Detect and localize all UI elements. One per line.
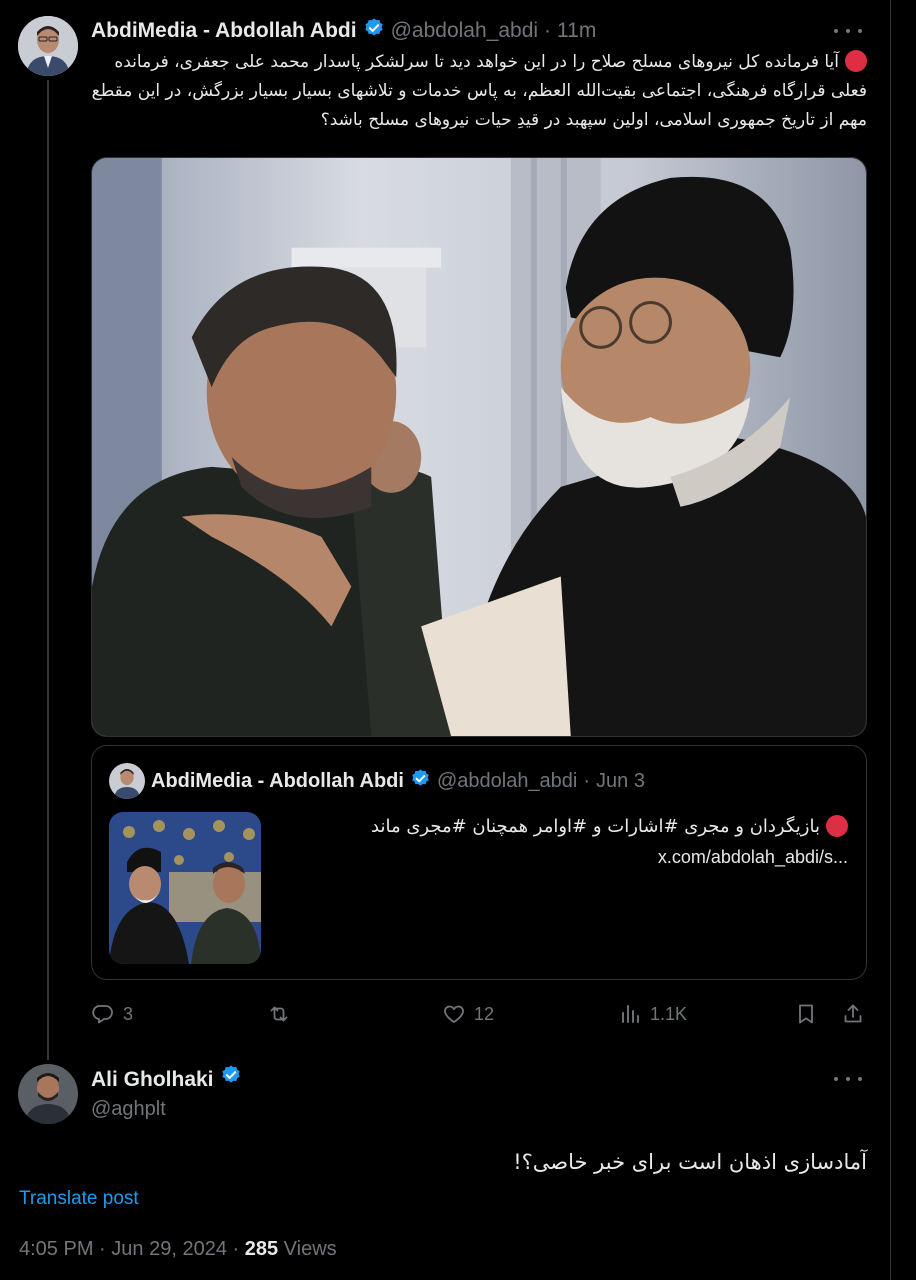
- bookmark-button[interactable]: [794, 996, 818, 1032]
- dot-separator: ·: [99, 1238, 106, 1260]
- post-thread: AbdiMedia - Abdollah Abdi @abdolah_abdi …: [0, 0, 916, 1280]
- author-handle[interactable]: @abdolah_abdi: [391, 19, 538, 43]
- reply-date[interactable]: Jun 29, 2024: [111, 1238, 227, 1260]
- red-circle-icon: [845, 50, 867, 72]
- share-button[interactable]: [841, 996, 865, 1032]
- dot-separator: ·: [583, 769, 591, 792]
- quoted-author-avatar: [109, 763, 145, 799]
- quoted-post-body: بازیگردان و مجری #اشارات و #اوامر همچنان…: [282, 812, 848, 872]
- reply-more-icon[interactable]: [834, 1074, 862, 1084]
- reply-count: 3: [123, 1003, 134, 1024]
- reply-icon: [92, 1005, 113, 1024]
- dot-separator: ·: [544, 19, 552, 42]
- repost-icon: [270, 1006, 288, 1022]
- timeline-border: [890, 0, 891, 1280]
- translate-post-link[interactable]: Translate post: [19, 1184, 139, 1214]
- reply-author-avatar[interactable]: [18, 1064, 78, 1124]
- repost-button[interactable]: [267, 996, 299, 1032]
- dot-separator: ·: [232, 1238, 240, 1260]
- verified-badge-icon: [410, 768, 431, 795]
- post-action-bar: 3 12 1.1K: [91, 996, 867, 1032]
- reply-author-name[interactable]: Ali Gholhaki: [91, 1065, 214, 1095]
- verified-badge-icon: [363, 17, 385, 45]
- quoted-post-link[interactable]: x.com/abdolah_abdi/s...: [282, 842, 848, 872]
- author-avatar[interactable]: [18, 16, 78, 76]
- post-header: AbdiMedia - Abdollah Abdi @abdolah_abdi …: [91, 16, 596, 46]
- reply-time[interactable]: 4:05 PM: [19, 1238, 93, 1260]
- reply-views-count: 285: [244, 1238, 279, 1260]
- like-button[interactable]: 12: [442, 996, 494, 1032]
- post-time[interactable]: 11m: [557, 19, 596, 43]
- reply-button[interactable]: 3: [91, 996, 133, 1032]
- quoted-post-header: AbdiMedia - Abdollah Abdi @abdolah_abdi …: [151, 763, 645, 799]
- reply-author-handle[interactable]: @aghplt: [91, 1094, 166, 1124]
- post-body: آیا فرمانده کل نیروهای مسلح صلاح را در ا…: [91, 48, 867, 135]
- reply-header: Ali Gholhaki: [91, 1064, 242, 1095]
- quoted-author-handle: @abdolah_abdi: [436, 769, 578, 792]
- bookmark-icon: [799, 1004, 813, 1024]
- share-icon: [844, 1004, 862, 1023]
- thread-connector-line: [47, 80, 49, 1060]
- quoted-post-date: Jun 3: [596, 769, 645, 792]
- verified-badge-icon: [220, 1064, 242, 1095]
- like-icon: [444, 1005, 464, 1023]
- reply-text: آمادسازی اذهان است برای خبر خاصی؟!: [513, 1150, 867, 1174]
- more-icon[interactable]: [834, 26, 862, 36]
- quoted-post-text: بازیگردان و مجری #اشارات و #اوامر همچنان…: [371, 816, 820, 837]
- quoted-post-thumbnail: [109, 812, 261, 964]
- reply-views-label: Views: [283, 1238, 337, 1260]
- like-count: 12: [474, 1003, 495, 1024]
- views-count: 1.1K: [650, 1003, 688, 1024]
- quoted-author-name: AbdiMedia - Abdollah Abdi: [151, 769, 404, 792]
- red-circle-icon: [826, 815, 848, 837]
- views-icon: [622, 1005, 639, 1023]
- post-photo[interactable]: [91, 157, 867, 737]
- post-text: آیا فرمانده کل نیروهای مسلح صلاح را در ا…: [91, 52, 867, 130]
- post-timestamp: 4:05 PM · Jun 29, 2024 · 285 Views: [19, 1234, 337, 1264]
- quoted-post-card[interactable]: AbdiMedia - Abdollah Abdi @abdolah_abdi …: [91, 745, 867, 980]
- views-button[interactable]: 1.1K: [618, 996, 687, 1032]
- author-display-name[interactable]: AbdiMedia - Abdollah Abdi: [91, 19, 357, 43]
